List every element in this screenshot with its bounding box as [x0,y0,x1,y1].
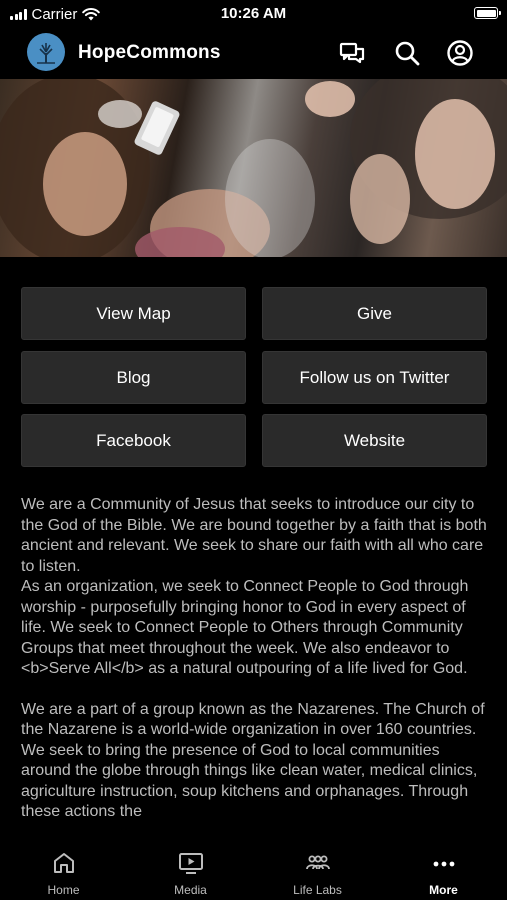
media-icon [178,853,203,874]
view-map-button[interactable]: View Map [21,287,246,340]
about-paragraph-2: As an organization, we seek to Connect P… [21,578,469,677]
twitter-label: Follow us on Twitter [299,367,450,387]
about-text: We are a Community of Jesus that seeks t… [21,495,491,839]
tree-logo-icon [37,43,55,64]
app-header: HopeCommons [0,28,507,78]
chat-icon[interactable] [338,39,366,67]
tab-more[interactable]: More [380,842,507,900]
paragraph-spacer [21,680,491,700]
give-label: Give [357,303,392,323]
app-title: HopeCommons [78,42,221,63]
facebook-label: Facebook [96,430,171,450]
status-bar: Carrier 10:26 AM [0,0,507,28]
tab-bar: Home Media Life Labs More [0,842,507,900]
profile-icon[interactable] [446,39,474,67]
tab-more-label: More [429,883,458,897]
tab-life-labs-label: Life Labs [293,883,342,897]
facebook-button[interactable]: Facebook [21,414,246,467]
status-time: 10:26 AM [220,5,287,22]
tab-home-label: Home [47,883,80,897]
about-paragraph-3: We are a part of a group known as the Na… [21,700,485,821]
blog-label: Blog [116,367,151,387]
hero-photo-illustration [0,79,507,257]
website-label: Website [343,430,406,450]
group-icon [305,855,330,870]
website-button[interactable]: Website [262,414,487,467]
blog-button[interactable]: Blog [21,351,246,404]
tab-life-labs[interactable]: Life Labs [254,842,381,900]
give-button[interactable]: Give [262,287,487,340]
tab-media[interactable]: Media [127,842,254,900]
tab-home[interactable]: Home [0,842,127,900]
about-paragraph-1: We are a Community of Jesus that seeks t… [21,496,487,575]
search-icon[interactable] [393,39,421,67]
battery-icon [474,7,501,19]
view-map-label: View Map [96,303,171,323]
hero-photo [0,79,507,257]
home-icon [53,853,74,873]
twitter-button[interactable]: Follow us on Twitter [262,351,487,404]
church-logo[interactable] [27,33,65,71]
more-icon [433,861,454,867]
tab-media-label: Media [174,883,207,897]
